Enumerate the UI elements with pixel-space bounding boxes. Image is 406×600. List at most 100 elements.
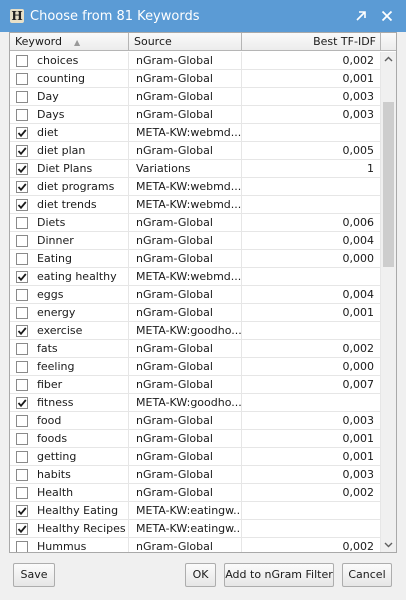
- keyword-checkbox[interactable]: [16, 469, 28, 481]
- scroll-up-button[interactable]: [381, 52, 396, 66]
- keyword-checkbox[interactable]: [16, 271, 28, 283]
- tf-idf-cell: [242, 124, 381, 142]
- keyword-checkbox[interactable]: [16, 91, 28, 103]
- keyword-text: Day: [37, 90, 59, 103]
- keyword-checkbox[interactable]: [16, 235, 28, 247]
- tf-idf-cell: 0,002: [242, 538, 381, 552]
- table-row[interactable]: Diets nGram-Global 0,006: [10, 214, 381, 232]
- table-row[interactable]: Days nGram-Global 0,003: [10, 106, 381, 124]
- keyword-checkbox[interactable]: [16, 217, 28, 229]
- keyword-checkbox[interactable]: [16, 55, 28, 67]
- tf-idf-cell: [242, 196, 381, 214]
- save-button[interactable]: Save: [13, 563, 55, 587]
- column-header-best-tf-idf[interactable]: Best TF-IDF: [242, 33, 381, 51]
- keyword-checkbox[interactable]: [16, 523, 28, 535]
- keyword-checkbox[interactable]: [16, 361, 28, 373]
- table-row[interactable]: Diet Plans Variations 1: [10, 160, 381, 178]
- scroll-thumb[interactable]: [383, 102, 394, 267]
- expand-arrow-icon: [356, 11, 366, 21]
- keyword-checkbox[interactable]: [16, 181, 28, 193]
- scroll-down-button[interactable]: [381, 538, 396, 552]
- table-row[interactable]: energy nGram-Global 0,001: [10, 304, 381, 322]
- keyword-checkbox[interactable]: [16, 325, 28, 337]
- table-row[interactable]: Eating nGram-Global 0,000: [10, 250, 381, 268]
- keyword-checkbox[interactable]: [16, 415, 28, 427]
- keyword-checkbox[interactable]: [16, 433, 28, 445]
- keyword-checkbox[interactable]: [16, 199, 28, 211]
- table-row[interactable]: choices nGram-Global 0,002: [10, 52, 381, 70]
- keyword-checkbox[interactable]: [16, 451, 28, 463]
- keyword-checkbox[interactable]: [16, 163, 28, 175]
- table-row[interactable]: diet plan nGram-Global 0,005: [10, 142, 381, 160]
- keyword-checkbox[interactable]: [16, 145, 28, 157]
- tf-idf-cell: 0,001: [242, 304, 381, 322]
- keyword-checkbox[interactable]: [16, 307, 28, 319]
- tf-idf-cell: 0,002: [242, 484, 381, 502]
- keyword-checkbox[interactable]: [16, 73, 28, 85]
- keyword-cell: choices: [10, 52, 129, 70]
- table-row[interactable]: counting nGram-Global 0,001: [10, 70, 381, 88]
- keyword-text: habits: [37, 468, 71, 481]
- keyword-cell: Dinner: [10, 232, 129, 250]
- keyword-cell: counting: [10, 70, 129, 88]
- sort-ascending-icon: ▲: [73, 38, 81, 47]
- column-header-source[interactable]: Source: [129, 33, 242, 51]
- table-row[interactable]: food nGram-Global 0,003: [10, 412, 381, 430]
- keyword-checkbox[interactable]: [16, 397, 28, 409]
- table-row[interactable]: Hummus nGram-Global 0,002: [10, 538, 381, 553]
- close-button[interactable]: [374, 0, 400, 32]
- table-row[interactable]: exercise META-KW:goodho...: [10, 322, 381, 340]
- source-cell: nGram-Global: [129, 448, 242, 466]
- add-to-ngram-filter-button[interactable]: Add to nGram Filter: [224, 563, 334, 587]
- table-row[interactable]: eating healthy META-KW:webmd....: [10, 268, 381, 286]
- table-row[interactable]: habits nGram-Global 0,003: [10, 466, 381, 484]
- tf-idf-cell: 0,003: [242, 88, 381, 106]
- keyword-checkbox[interactable]: [16, 127, 28, 139]
- keyword-checkbox[interactable]: [16, 343, 28, 355]
- table-row[interactable]: Day nGram-Global 0,003: [10, 88, 381, 106]
- tf-idf-cell: 0,004: [242, 232, 381, 250]
- source-cell: nGram-Global: [129, 250, 242, 268]
- table-body: choices nGram-Global 0,002 counting nGram-Gl…: [10, 52, 381, 552]
- table-row[interactable]: diet META-KW:webmd....: [10, 124, 381, 142]
- table-row[interactable]: feeling nGram-Global 0,000: [10, 358, 381, 376]
- table-row[interactable]: Healthy Eating META-KW:eatingw...: [10, 502, 381, 520]
- ok-button[interactable]: OK: [185, 563, 216, 587]
- keyword-cell: Day: [10, 88, 129, 106]
- cancel-button[interactable]: Cancel: [342, 563, 392, 587]
- table-row[interactable]: fats nGram-Global 0,002: [10, 340, 381, 358]
- table-row[interactable]: diet programs META-KW:webmd....: [10, 178, 381, 196]
- keyword-text: Health: [37, 486, 74, 499]
- table-row[interactable]: Dinner nGram-Global 0,004: [10, 232, 381, 250]
- tf-idf-cell: 0,002: [242, 52, 381, 70]
- keyword-checkbox[interactable]: [16, 253, 28, 265]
- title-bar[interactable]: H Choose from 81 Keywords: [0, 0, 406, 32]
- keyword-checkbox[interactable]: [16, 289, 28, 301]
- table-row[interactable]: getting nGram-Global 0,001: [10, 448, 381, 466]
- keyword-cell: eating healthy: [10, 268, 129, 286]
- table-row[interactable]: foods nGram-Global 0,001: [10, 430, 381, 448]
- table-row[interactable]: Healthy Recipes META-KW:eatingw...: [10, 520, 381, 538]
- checkmark-icon: [17, 273, 27, 282]
- keyword-text: Hummus: [37, 540, 87, 553]
- table-row[interactable]: fiber nGram-Global 0,007: [10, 376, 381, 394]
- source-cell: META-KW:goodho...: [129, 322, 242, 340]
- table-row[interactable]: Health nGram-Global 0,002: [10, 484, 381, 502]
- keyword-checkbox[interactable]: [16, 487, 28, 499]
- keyword-checkbox[interactable]: [16, 109, 28, 121]
- keyword-checkbox[interactable]: [16, 379, 28, 391]
- keyword-text: energy: [37, 306, 76, 319]
- keyword-cell: habits: [10, 466, 129, 484]
- keyword-checkbox[interactable]: [16, 541, 28, 552]
- keyword-text: food: [37, 414, 62, 427]
- table-row[interactable]: eggs nGram-Global 0,004: [10, 286, 381, 304]
- vertical-scrollbar[interactable]: [381, 52, 396, 552]
- keyword-cell: Diet Plans: [10, 160, 129, 178]
- table-row[interactable]: diet trends META-KW:webmd....: [10, 196, 381, 214]
- column-header-keyword[interactable]: Keyword ▲: [10, 33, 129, 51]
- keyword-text: exercise: [37, 324, 83, 337]
- keyword-checkbox[interactable]: [16, 505, 28, 517]
- keyword-text: eggs: [37, 288, 64, 301]
- table-row[interactable]: fitness META-KW:goodho...: [10, 394, 381, 412]
- restore-button[interactable]: [348, 0, 374, 32]
